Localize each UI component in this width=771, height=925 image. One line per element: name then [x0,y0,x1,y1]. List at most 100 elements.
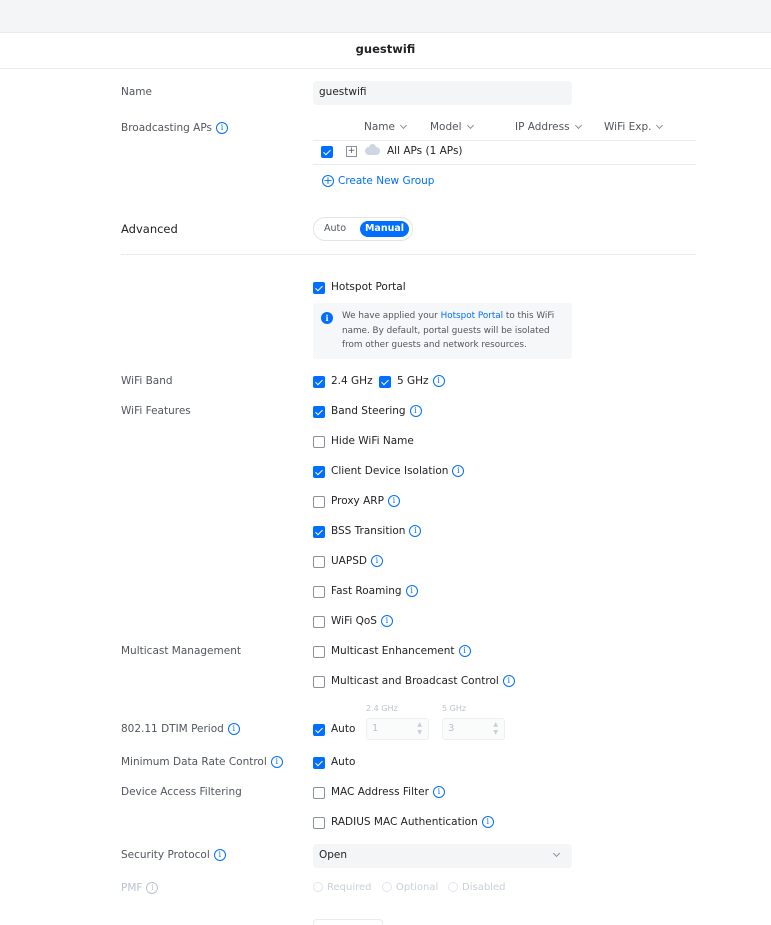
fast-roaming-checkbox[interactable] [313,586,325,598]
name-label: Name [121,86,152,98]
security-protocol-select[interactable]: Open [313,844,572,868]
plus-circle-icon: + [322,174,334,187]
info-icon[interactable]: i [409,405,422,417]
dtim-5ghz-input[interactable]: 3 ▲ ▼ [442,718,505,740]
column-header-model[interactable]: Model [430,121,474,133]
table-divider [313,140,696,141]
wifi-qos-checkbox[interactable] [313,616,325,628]
all-aps-checkbox[interactable] [321,146,333,158]
dtim-period-label: 802.11 DTIM Period i [121,723,240,735]
hide-wifi-name-checkbox[interactable] [313,436,325,448]
chevron-down-icon [466,121,474,130]
hotspot-notice: i We have applied your Hotspot Portal to… [313,303,572,359]
hotspot-notice-text: We have applied your Hotspot Portal to t… [342,311,555,350]
info-icon[interactable]: i [458,645,471,657]
stepper-arrows-icon[interactable]: ▲ ▼ [417,721,422,737]
dtim-24ghz-input[interactable]: 1 ▲ ▼ [366,718,429,740]
multicast-broadcast-control-checkbox[interactable] [313,676,325,688]
hotspot-portal-checkbox[interactable] [313,282,325,294]
section-divider [121,254,696,255]
wifi-qos-option: WiFi QoS i [331,615,393,627]
fast-roaming-option: Fast Roaming i [331,585,418,597]
all-aps-row-label: All APs (1 APs) [387,145,463,157]
info-icon[interactable]: i [227,723,240,735]
dtim-5ghz-label: 5 GHz [442,704,467,713]
band-5ghz-option: 5 GHz i [397,375,445,387]
dtim-auto-label: Auto [331,723,356,735]
info-icon[interactable]: i [213,849,226,861]
info-icon[interactable]: i [270,756,283,768]
info-icon[interactable]: i [380,615,393,627]
dtim-24ghz-label: 2.4 GHz [366,704,398,713]
manual-option[interactable]: Manual [360,221,409,237]
column-header-ip-address[interactable]: IP Address [515,121,582,133]
band-24ghz-checkbox[interactable] [313,376,325,388]
wifi-band-label: WiFi Band [121,375,173,387]
advanced-label: Advanced [121,222,178,236]
table-divider [313,164,696,165]
column-header-wifi-exp[interactable]: WiFi Exp. [604,121,664,133]
info-icon[interactable]: i [481,816,494,828]
proxy-arp-checkbox[interactable] [313,496,325,508]
hotspot-portal-link[interactable]: Hotspot Portal [441,311,504,321]
client-device-isolation-option: Client Device Isolation i [331,465,465,477]
device-access-filtering-label: Device Access Filtering [121,786,242,798]
info-icon[interactable]: i [387,495,400,507]
multicast-broadcast-control-option: Multicast and Broadcast Control i [331,675,515,687]
info-icon[interactable]: i [432,786,445,798]
multicast-enhancement-checkbox[interactable] [313,646,325,658]
multicast-enhancement-option: Multicast Enhancement i [331,645,471,657]
hide-wifi-name-option: Hide WiFi Name [331,435,414,447]
title-bar: guestwifi [0,33,771,69]
create-new-group-link[interactable]: + Create New Group [322,175,434,187]
chevron-down-icon [656,121,664,130]
advanced-mode-toggle[interactable]: Auto Manual [313,217,413,241]
band-steering-checkbox[interactable] [313,406,325,418]
radio-icon [448,882,458,892]
radius-mac-auth-option: RADIUS MAC Authentication i [331,816,494,828]
ap-cloud-icon [365,144,380,155]
auto-option[interactable]: Auto [324,223,346,234]
chevron-down-icon [574,121,582,130]
uapsd-option: UAPSD i [331,555,383,567]
info-icon[interactable]: i [405,585,418,597]
pmf-label: PMF i [121,882,159,894]
bss-transition-checkbox[interactable] [313,526,325,538]
info-icon[interactable]: i [452,465,465,477]
band-5ghz-checkbox[interactable] [379,376,391,388]
mac-address-filter-checkbox[interactable] [313,787,325,799]
bss-transition-option: BSS Transition i [331,525,422,537]
pmf-optional-radio[interactable]: Optional [382,882,438,893]
column-header-name[interactable]: Name [364,121,408,133]
chevron-down-icon [552,849,561,858]
radio-icon [313,882,323,892]
name-input[interactable]: guestwifi [313,81,572,105]
dtim-auto-checkbox[interactable] [313,724,325,736]
pmf-disabled-radio[interactable]: Disabled [448,882,505,893]
top-bar [0,0,771,33]
multicast-management-label: Multicast Management [121,645,241,657]
stepper-arrows-icon[interactable]: ▲ ▼ [493,721,498,737]
security-protocol-label: Security Protocol i [121,849,226,861]
info-icon[interactable]: i [432,375,445,387]
client-device-isolation-checkbox[interactable] [313,466,325,478]
broadcasting-aps-label: Broadcasting APs i [121,122,228,134]
min-data-rate-label: Minimum Data Rate Control i [121,756,283,768]
info-icon[interactable]: i [409,525,422,537]
band-24ghz-label: 2.4 GHz [331,375,373,387]
info-icon[interactable]: i [215,122,228,134]
min-rate-auto-label: Auto [331,756,356,768]
radius-mac-auth-checkbox[interactable] [313,817,325,829]
mac-address-filter-option: MAC Address Filter i [331,786,445,798]
pmf-required-radio[interactable]: Required [313,882,372,893]
info-icon[interactable]: i [502,675,515,687]
wifi-features-label: WiFi Features [121,405,191,417]
uapsd-checkbox[interactable] [313,556,325,568]
page-title: guestwifi [355,42,416,56]
min-rate-auto-checkbox[interactable] [313,757,325,769]
info-icon: i [146,882,159,894]
chevron-down-icon [399,121,408,130]
info-icon[interactable]: i [370,555,383,567]
expand-icon[interactable]: + [346,146,357,157]
footer-button[interactable] [313,919,383,925]
